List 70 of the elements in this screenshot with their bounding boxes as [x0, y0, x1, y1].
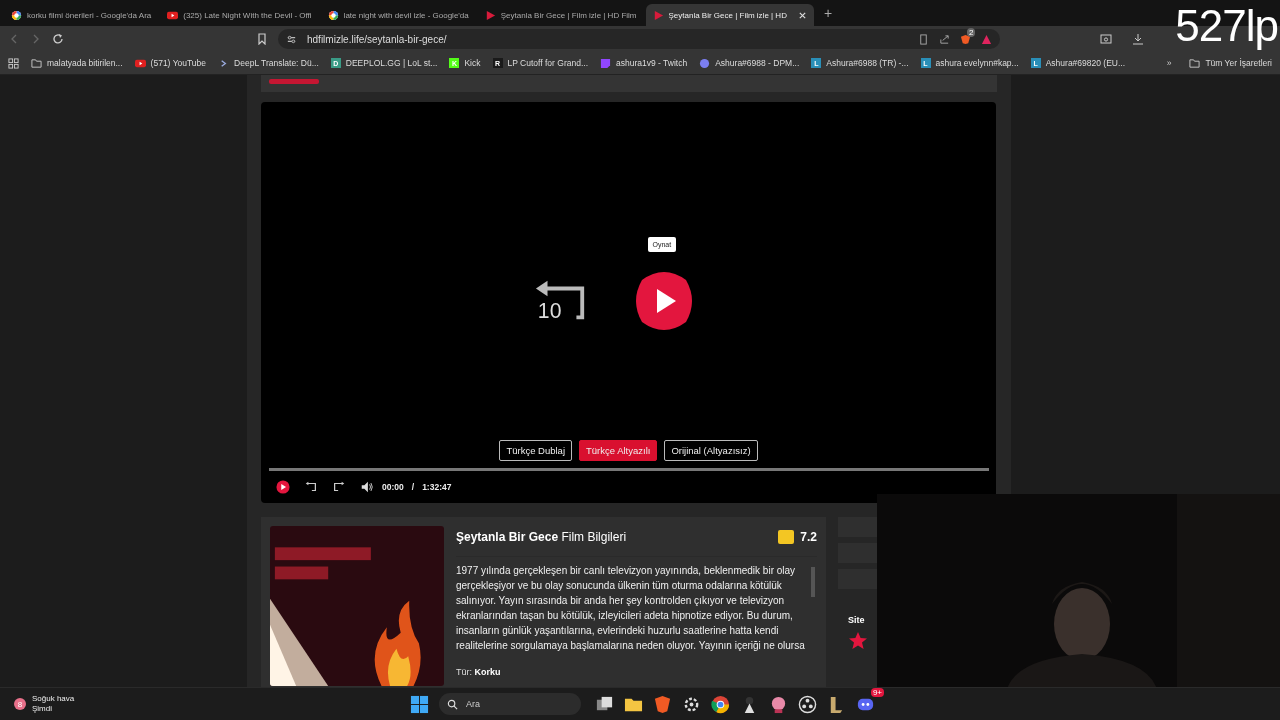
current-time: 00:00	[382, 482, 404, 492]
youtube-icon	[167, 9, 179, 21]
count-badge: 2	[967, 27, 976, 37]
lion-shield-icon[interactable]	[653, 694, 672, 714]
apps-icon[interactable]	[8, 57, 19, 69]
folder-icon	[31, 57, 42, 69]
bookmark-icon[interactable]	[256, 33, 268, 45]
description: 1977 yılında gerçekleşen bir canlı televizyon yayınında, beklenmedik bir olay gerçekleşiyor ve bu olay sonucunda ülkenin tüm oturma odalarına kötülük salınıyor. Yayın sırasında bir anda her şey kontrolden çıkıyor ve televizyon ekranlarından taşan bu kötülük, izleyicileri adeta hipnotize ediyor. Bu durum, insanların günlük yaşantılarına, evlerindeki huzurlu saatlerine hatta kendi realitelerine sorgulamaya başlamalarına neden oluyor. Yayının içeriği ne olursa	[456, 564, 806, 653]
play-icon[interactable]	[276, 480, 290, 494]
movie-title: Şeytanla Bir Gece Film Bilgileri	[456, 530, 627, 544]
triangle-icon[interactable]	[981, 33, 992, 45]
google-icon	[327, 9, 339, 21]
genre-label: Tür:	[456, 667, 472, 677]
browser-tab[interactable]: Şeytanla Bir Gece | Film izle | HD Film	[477, 4, 644, 26]
folder-icon	[1189, 57, 1201, 69]
play-logo-icon	[484, 9, 496, 21]
close-icon[interactable]	[797, 10, 807, 20]
obs-icon[interactable]	[798, 694, 817, 714]
bookmark-item[interactable]: ashura1v9 - Twitch	[600, 57, 688, 69]
duration: 1:32:47	[422, 482, 452, 492]
temperature-badge: 8	[14, 698, 26, 710]
download-icon[interactable]	[1132, 33, 1144, 45]
section-label: Site	[847, 615, 866, 625]
google-icon	[11, 9, 22, 21]
reader-icon[interactable]	[918, 33, 929, 45]
browser-tab[interactable]: korku filmi önerileri - Google'da Ara	[4, 4, 159, 26]
address-bar[interactable]: hdfilmizle.life/seytanla-bir-gece/ 2	[278, 29, 1000, 49]
star-icon	[848, 631, 868, 651]
imdb-icon	[778, 530, 795, 544]
bookmark-item[interactable]: DeepL Translate: Dü...	[218, 57, 319, 69]
progress-track[interactable]	[268, 468, 989, 471]
more-bookmarks-button[interactable]: »	[1166, 58, 1172, 68]
scrollbar[interactable]	[811, 567, 815, 597]
shield-icon[interactable]	[960, 33, 971, 45]
time-separator: /	[411, 482, 415, 492]
bookmark-item[interactable]: Ashura#6988 - DPM...	[699, 57, 800, 69]
play-logo-icon	[652, 9, 664, 21]
language-button[interactable]: Türkçe Altyazılı	[579, 440, 658, 461]
chat-bubble-icon	[600, 57, 611, 69]
browser-tab[interactable]: late night with devil izle - Google'da	[320, 4, 476, 26]
logo-mark	[269, 79, 319, 84]
weather-time: Şimdi	[32, 704, 53, 714]
screenshot-icon[interactable]	[1100, 33, 1112, 45]
forward-icon[interactable]	[332, 480, 346, 494]
youtube-icon	[134, 57, 146, 69]
browser-tab[interactable]: (325) Late Night With the Devil - Offi	[160, 4, 319, 26]
stream-overlay-text: 527lp	[1175, 4, 1278, 48]
chrome-icon[interactable]	[711, 694, 730, 714]
bookmark-item[interactable]: malatyada bitirilen...	[31, 57, 123, 69]
new-tab-button[interactable]: +	[823, 5, 833, 21]
search-icon	[447, 698, 458, 710]
site-settings-icon[interactable]	[286, 33, 297, 45]
search-field[interactable]: Ara	[439, 693, 581, 715]
rating: 7.2	[800, 530, 817, 544]
bookmark-item[interactable]: (571) YouTube	[134, 57, 207, 69]
windows-icon[interactable]	[410, 694, 429, 714]
notification-badge: 9+	[870, 687, 884, 697]
all-bookmarks-button[interactable]: Tüm Yer İşaretleri	[1189, 57, 1272, 69]
weather-label: Soğuk hava	[32, 694, 75, 704]
rewind-icon[interactable]	[304, 480, 318, 494]
browser-tab[interactable]: Şeytanla Bir Gece | Film izle | HD	[645, 4, 814, 26]
bubble-icon	[699, 57, 711, 69]
volume-icon[interactable]	[360, 480, 374, 494]
genre: Korku	[474, 667, 501, 677]
play-button[interactable]	[633, 270, 694, 333]
reload-icon[interactable]	[52, 33, 64, 45]
language-button[interactable]: Türkçe Dublaj	[499, 440, 572, 461]
share-icon[interactable]	[939, 33, 950, 45]
character-icon[interactable]	[769, 694, 788, 714]
language-button[interactable]: Orijinal (Altyazısız)	[664, 440, 758, 461]
